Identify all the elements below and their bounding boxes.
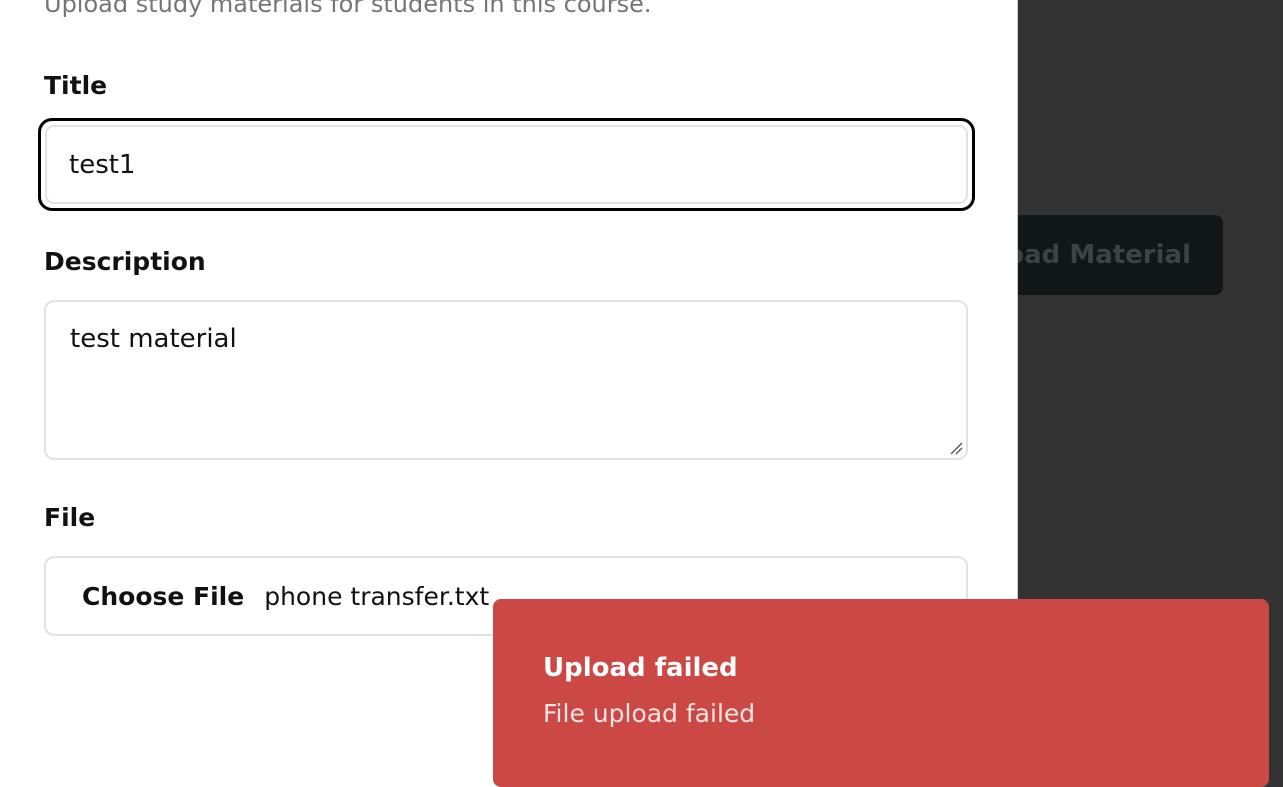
error-toast[interactable]: Upload failed File upload failed: [493, 599, 1269, 787]
title-input[interactable]: [45, 125, 968, 204]
dialog-description: Upload study materials for students in t…: [44, 0, 652, 18]
title-label: Title: [44, 71, 108, 100]
toast-title: Upload failed: [543, 653, 738, 683]
description-textarea[interactable]: test material: [44, 300, 968, 460]
file-label: File: [44, 503, 96, 532]
choose-file-button[interactable]: Choose File: [82, 582, 244, 611]
description-label: Description: [44, 247, 206, 276]
title-field-focus-ring: [38, 118, 975, 211]
toast-message: File upload failed: [543, 699, 756, 728]
selected-file-name: phone transfer.txt: [264, 581, 490, 611]
resize-grip-icon[interactable]: [948, 440, 964, 456]
